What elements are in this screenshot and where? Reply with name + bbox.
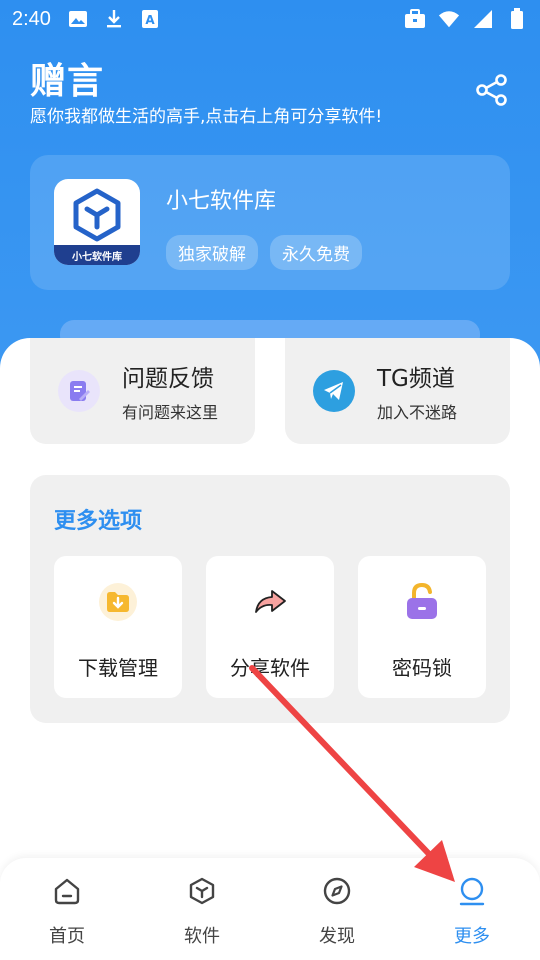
password-lock-label: 密码锁 <box>392 656 452 680</box>
app-logo-label: 小七软件库 <box>54 245 140 265</box>
feedback-icon <box>58 370 100 412</box>
nav-label-software: 软件 <box>184 926 220 947</box>
folder-download-icon <box>98 582 138 622</box>
page-title: 赠言 <box>30 61 105 102</box>
nav-label-discover: 发现 <box>319 926 355 947</box>
lock-icon <box>402 582 442 622</box>
home-icon <box>50 874 84 908</box>
nav-item-discover[interactable]: 发现 <box>297 874 377 948</box>
app-logo: 小七软件库 <box>54 179 140 265</box>
svg-text:A: A <box>145 13 155 27</box>
signal-icon <box>472 8 494 30</box>
bottom-navigation: 首页 软件 发现 更多 <box>0 858 540 960</box>
download-icon <box>103 8 125 30</box>
share-button[interactable] <box>472 70 512 110</box>
share-icon <box>476 74 507 106</box>
telegram-title: TG频道 <box>377 366 455 392</box>
feedback-title: 问题反馈 <box>122 366 214 392</box>
more-options-panel: 更多选项 下载管理 分享软件 密码锁 <box>30 475 510 723</box>
share-software-label: 分享软件 <box>230 656 310 680</box>
briefcase-icon <box>404 8 426 30</box>
app-name: 小七软件库 <box>166 189 277 214</box>
telegram-card[interactable]: TG频道 加入不迷路 <box>285 338 510 444</box>
compass-icon <box>320 874 354 908</box>
telegram-subtitle: 加入不迷路 <box>377 403 458 422</box>
feedback-card[interactable]: 问题反馈 有问题来这里 <box>30 338 255 444</box>
wifi-icon <box>438 8 460 30</box>
share-software-button[interactable]: 分享软件 <box>206 556 334 698</box>
more-options-title: 更多选项 <box>54 509 143 534</box>
page-subtitle: 愿你我都做生活的高手,点击右上角可分享软件! <box>30 107 383 127</box>
share-arrow-icon <box>250 582 290 622</box>
cube-icon <box>185 874 219 908</box>
app-tag: 永久免费 <box>270 235 362 270</box>
status-time: 2:40 <box>12 7 51 30</box>
cube-logo-icon <box>73 188 121 242</box>
nav-label-home: 首页 <box>49 926 85 947</box>
telegram-icon <box>313 370 355 412</box>
password-lock-button[interactable]: 密码锁 <box>358 556 486 698</box>
download-manager-button[interactable]: 下载管理 <box>54 556 182 698</box>
download-manager-label: 下载管理 <box>78 656 158 680</box>
battery-icon <box>506 8 528 30</box>
status-bar: 2:40 A <box>0 0 540 38</box>
feedback-subtitle: 有问题来这里 <box>122 403 219 422</box>
app-info-card[interactable]: 小七软件库 小七软件库 独家破解 永久免费 <box>30 155 510 290</box>
nav-item-home[interactable]: 首页 <box>27 874 107 948</box>
nav-item-more[interactable]: 更多 <box>432 874 512 948</box>
font-icon: A <box>139 8 161 30</box>
nav-label-more: 更多 <box>454 926 490 947</box>
nav-item-software[interactable]: 软件 <box>162 874 242 948</box>
image-icon <box>67 8 89 30</box>
profile-icon <box>455 874 489 908</box>
app-tag: 独家破解 <box>166 235 258 270</box>
